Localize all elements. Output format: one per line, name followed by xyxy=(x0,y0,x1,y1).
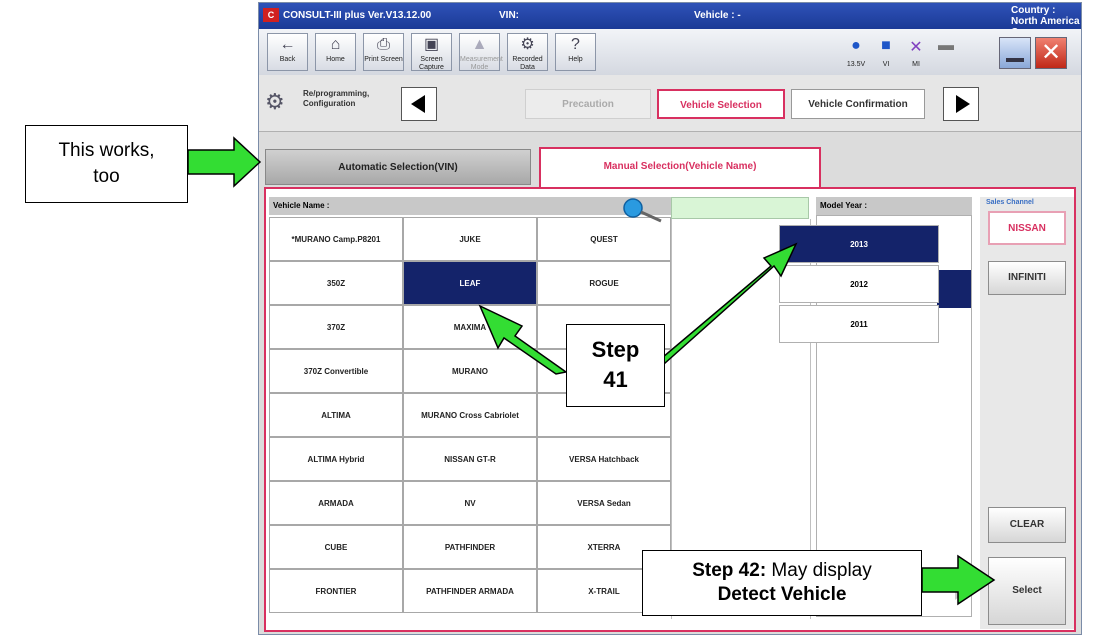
callout-this-works: This works, too xyxy=(25,125,188,203)
arrow-to-select-button xyxy=(921,554,996,606)
annotation-arrows xyxy=(187,136,996,606)
arrow-to-model-year xyxy=(648,242,798,373)
arrow-to-automatic-tab xyxy=(187,136,262,188)
callout-step-41: Step 41 xyxy=(566,324,665,407)
callout-step-42: Step 42: May display Detect Vehicle xyxy=(642,550,922,616)
arrow-to-leaf xyxy=(478,304,568,375)
